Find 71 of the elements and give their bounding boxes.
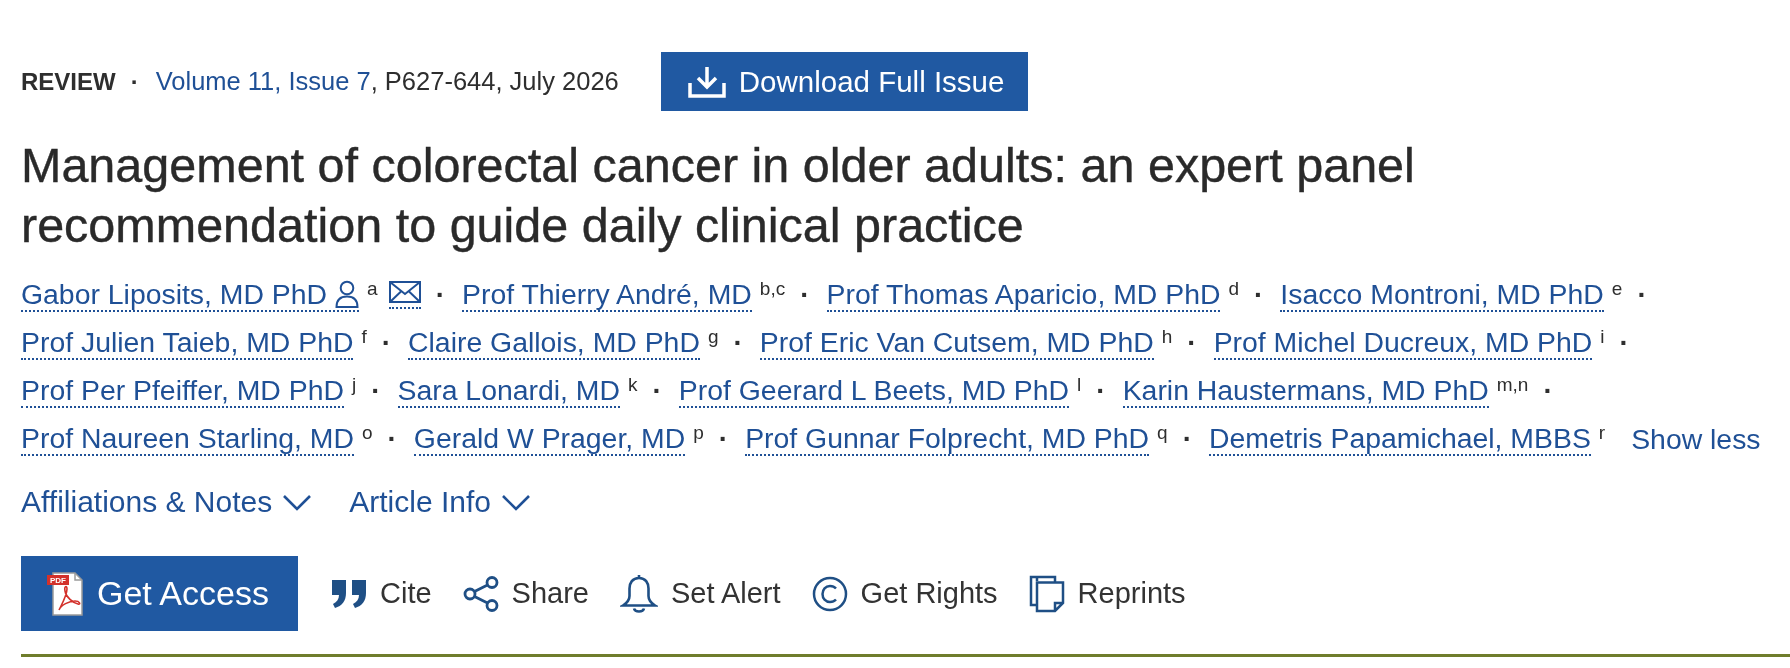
author-link[interactable]: Gabor Liposits, MD PhD	[21, 278, 360, 312]
share-button[interactable]: Share	[462, 575, 589, 612]
affiliation-mark: e	[1611, 279, 1623, 298]
get-rights-button[interactable]: Get Rights	[811, 575, 998, 612]
affiliation-mark: k	[628, 375, 638, 394]
affiliation-mark: h	[1161, 327, 1173, 346]
author-link[interactable]: Prof Naureen Starling, MD	[21, 422, 354, 456]
author-link[interactable]: Prof Michel Ducreux, MD PhD	[1213, 326, 1593, 360]
quote-icon	[331, 578, 367, 609]
author-link[interactable]: Prof Julien Taieb, MD PhD	[21, 326, 354, 360]
separator-dot: ·	[435, 279, 445, 311]
disclosure-toggle[interactable]: Affiliations & Notes	[21, 482, 313, 522]
separator-dot: ·	[1096, 375, 1106, 407]
issue-link[interactable]: Volume 11, Issue 7	[155, 67, 371, 96]
affiliation-mark: m,n	[1496, 375, 1529, 394]
affiliation-mark: g	[707, 327, 719, 346]
separator-dot: ·	[718, 423, 729, 455]
separator-dot: ·	[1187, 327, 1197, 359]
affiliation-mark: a	[367, 279, 378, 298]
pages-and-date: , P627-644, July 2026	[370, 67, 619, 96]
separator-dot: ·	[1637, 279, 1647, 311]
affiliation-mark: o	[361, 423, 373, 442]
separator-dot: ·	[1543, 375, 1553, 407]
affiliation-mark: l	[1077, 375, 1082, 394]
affiliation-mark: i	[1600, 327, 1605, 346]
reprints-button[interactable]: Reprints	[1028, 574, 1186, 613]
separator-dot: ·	[1182, 423, 1192, 455]
author-link[interactable]: Prof Thierry André, MD	[462, 278, 752, 312]
separator-dot: ·	[1254, 279, 1264, 311]
person-icon	[335, 280, 360, 308]
share-icon	[462, 575, 499, 612]
affiliation-mark: f	[361, 327, 367, 346]
affiliation-mark: r	[1598, 423, 1606, 442]
article-type-label: REVIEW	[21, 67, 116, 96]
separator-dot: ·	[371, 375, 381, 407]
download-full-issue-button[interactable]: Download Full Issue	[660, 52, 1029, 111]
separator-dot: ·	[800, 279, 810, 311]
affiliation-mark: d	[1228, 279, 1239, 298]
copyright-icon	[811, 575, 848, 612]
download-icon	[686, 64, 727, 99]
author-link[interactable]: Gerald W Prager, MD	[413, 422, 686, 456]
author-link[interactable]: Prof Eric Van Cutsem, MD PhD	[759, 326, 1154, 360]
separator-dot: ·	[387, 423, 397, 455]
author-link[interactable]: Prof Gunnar Folprecht, MD PhD	[745, 422, 1150, 456]
author-link[interactable]: Karin Haustermans, MD PhD	[1122, 374, 1489, 408]
set-alert-button[interactable]: Set Alert	[619, 573, 781, 614]
affiliation-mark: p	[693, 423, 704, 442]
show-less-link[interactable]: Show less	[1631, 415, 1761, 463]
separator-dot: ·	[381, 327, 392, 359]
pages-icon	[1028, 574, 1065, 613]
separator-dot: ·	[733, 327, 743, 359]
cite-button[interactable]: Cite	[331, 577, 432, 610]
author-link[interactable]: Demetris Papamichael, MBBS	[1209, 422, 1591, 456]
get-access-button[interactable]: PDF Get Access	[21, 556, 298, 631]
separator-dot: ·	[130, 67, 139, 96]
author-link[interactable]: Isacco Montroni, MD PhD	[1280, 278, 1604, 312]
affiliation-mark: j	[351, 375, 357, 394]
affiliation-mark: q	[1157, 423, 1168, 442]
disclosure-toggle[interactable]: Article Info	[349, 482, 531, 522]
author-link[interactable]: Sara Lonardi, MD	[397, 374, 620, 408]
affiliation-mark: b,c	[759, 279, 786, 298]
email-link[interactable]	[388, 281, 421, 309]
author-link[interactable]: Prof Per Pfeiffer, MD PhD	[21, 374, 344, 408]
separator-dot: ·	[652, 375, 662, 407]
separator-dot: ·	[1619, 327, 1629, 359]
bell-icon	[619, 573, 658, 614]
author-link[interactable]: Prof Thomas Aparicio, MD PhD	[826, 278, 1221, 312]
envelope-icon	[388, 281, 421, 303]
article-title: Management of colorectal cancer in older adults: an expert panel recommendation to guide daily clinical practice	[21, 137, 1416, 254]
author-link[interactable]: Prof Geerard L Beets, MD PhD	[678, 374, 1070, 408]
author-link[interactable]: Claire Gallois, MD PhD	[408, 326, 700, 360]
